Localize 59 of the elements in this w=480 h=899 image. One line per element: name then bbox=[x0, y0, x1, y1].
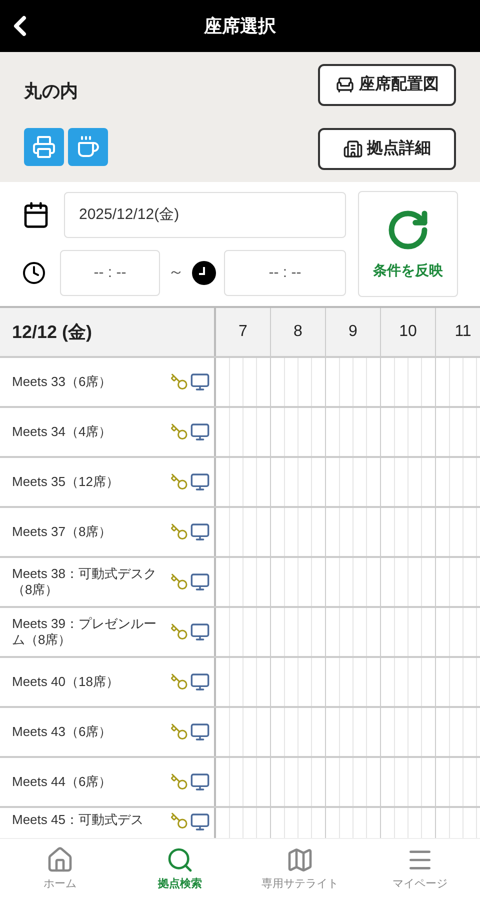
key-icon bbox=[170, 373, 188, 391]
map-icon bbox=[286, 846, 314, 874]
room-name: Meets 39：プレゼンルーム（8席） bbox=[12, 616, 158, 648]
nav-tab[interactable]: 専用サテライト bbox=[240, 846, 360, 892]
room-name: Meets 44（6席） bbox=[12, 774, 113, 790]
seats-icon bbox=[335, 75, 355, 95]
key-icon bbox=[170, 573, 188, 591]
monitor-icon[interactable] bbox=[190, 672, 210, 692]
key-icon bbox=[170, 423, 188, 441]
monitor-icon[interactable] bbox=[190, 572, 210, 592]
monitor-icon[interactable] bbox=[190, 812, 210, 832]
monitor-icon[interactable] bbox=[190, 772, 210, 792]
hour-heading: 8 bbox=[271, 308, 326, 356]
room-name: Meets 37（8席） bbox=[12, 524, 113, 540]
nav-tab[interactable]: マイページ bbox=[360, 846, 480, 892]
key-icon bbox=[170, 723, 188, 741]
building-icon bbox=[343, 139, 363, 159]
monitor-icon[interactable] bbox=[190, 472, 210, 492]
clock-icon bbox=[22, 261, 46, 285]
calendar-icon bbox=[22, 201, 50, 229]
room-name: Meets 34（4席） bbox=[12, 424, 113, 440]
monitor-icon[interactable] bbox=[190, 622, 210, 642]
room-name: Meets 38：可動式デスク（8席） bbox=[12, 566, 158, 598]
range-separator: ～ bbox=[168, 263, 184, 283]
hour-heading: 10 bbox=[381, 308, 436, 356]
nav-tab[interactable]: ホーム bbox=[0, 846, 120, 892]
end-time-field[interactable]: -- : -- bbox=[224, 250, 346, 296]
hour-heading: 11 bbox=[436, 308, 480, 356]
key-icon bbox=[170, 473, 188, 491]
hour-heading: 9 bbox=[326, 308, 381, 356]
room-name: Meets 43（6席） bbox=[12, 724, 113, 740]
monitor-icon[interactable] bbox=[190, 422, 210, 442]
nav-tab[interactable]: 拠点検索 bbox=[120, 846, 240, 892]
key-icon bbox=[170, 812, 188, 830]
clock-icon bbox=[192, 261, 216, 285]
home-icon bbox=[46, 846, 74, 874]
room-name: Meets 45：可動式デス bbox=[12, 812, 144, 828]
date-field[interactable]: 2025/12/12(金) bbox=[64, 192, 346, 238]
location-button[interactable]: 拠点詳細 bbox=[318, 128, 456, 170]
room-name: Meets 33（6席） bbox=[12, 374, 113, 390]
hour-heading: 7 bbox=[216, 308, 271, 356]
amenity-icon bbox=[68, 128, 108, 166]
search-icon bbox=[166, 846, 194, 874]
monitor-icon[interactable] bbox=[190, 722, 210, 742]
key-icon bbox=[170, 773, 188, 791]
key-icon bbox=[170, 523, 188, 541]
amenity-icon bbox=[24, 128, 64, 166]
location-button[interactable]: 座席配置図 bbox=[318, 64, 456, 106]
location-name: 丸の内 bbox=[24, 80, 79, 103]
apply-button[interactable]: 条件を反映 bbox=[358, 191, 458, 297]
start-time-field[interactable]: -- : -- bbox=[60, 250, 160, 296]
page-title: 座席選択 bbox=[204, 14, 276, 38]
room-name: Meets 40（18席） bbox=[12, 674, 120, 690]
key-icon bbox=[170, 623, 188, 641]
monitor-icon[interactable] bbox=[190, 372, 210, 392]
monitor-icon[interactable] bbox=[190, 522, 210, 542]
date-heading: 12/12 (金) bbox=[0, 308, 216, 356]
key-icon bbox=[170, 673, 188, 691]
room-name: Meets 35（12席） bbox=[12, 474, 120, 490]
